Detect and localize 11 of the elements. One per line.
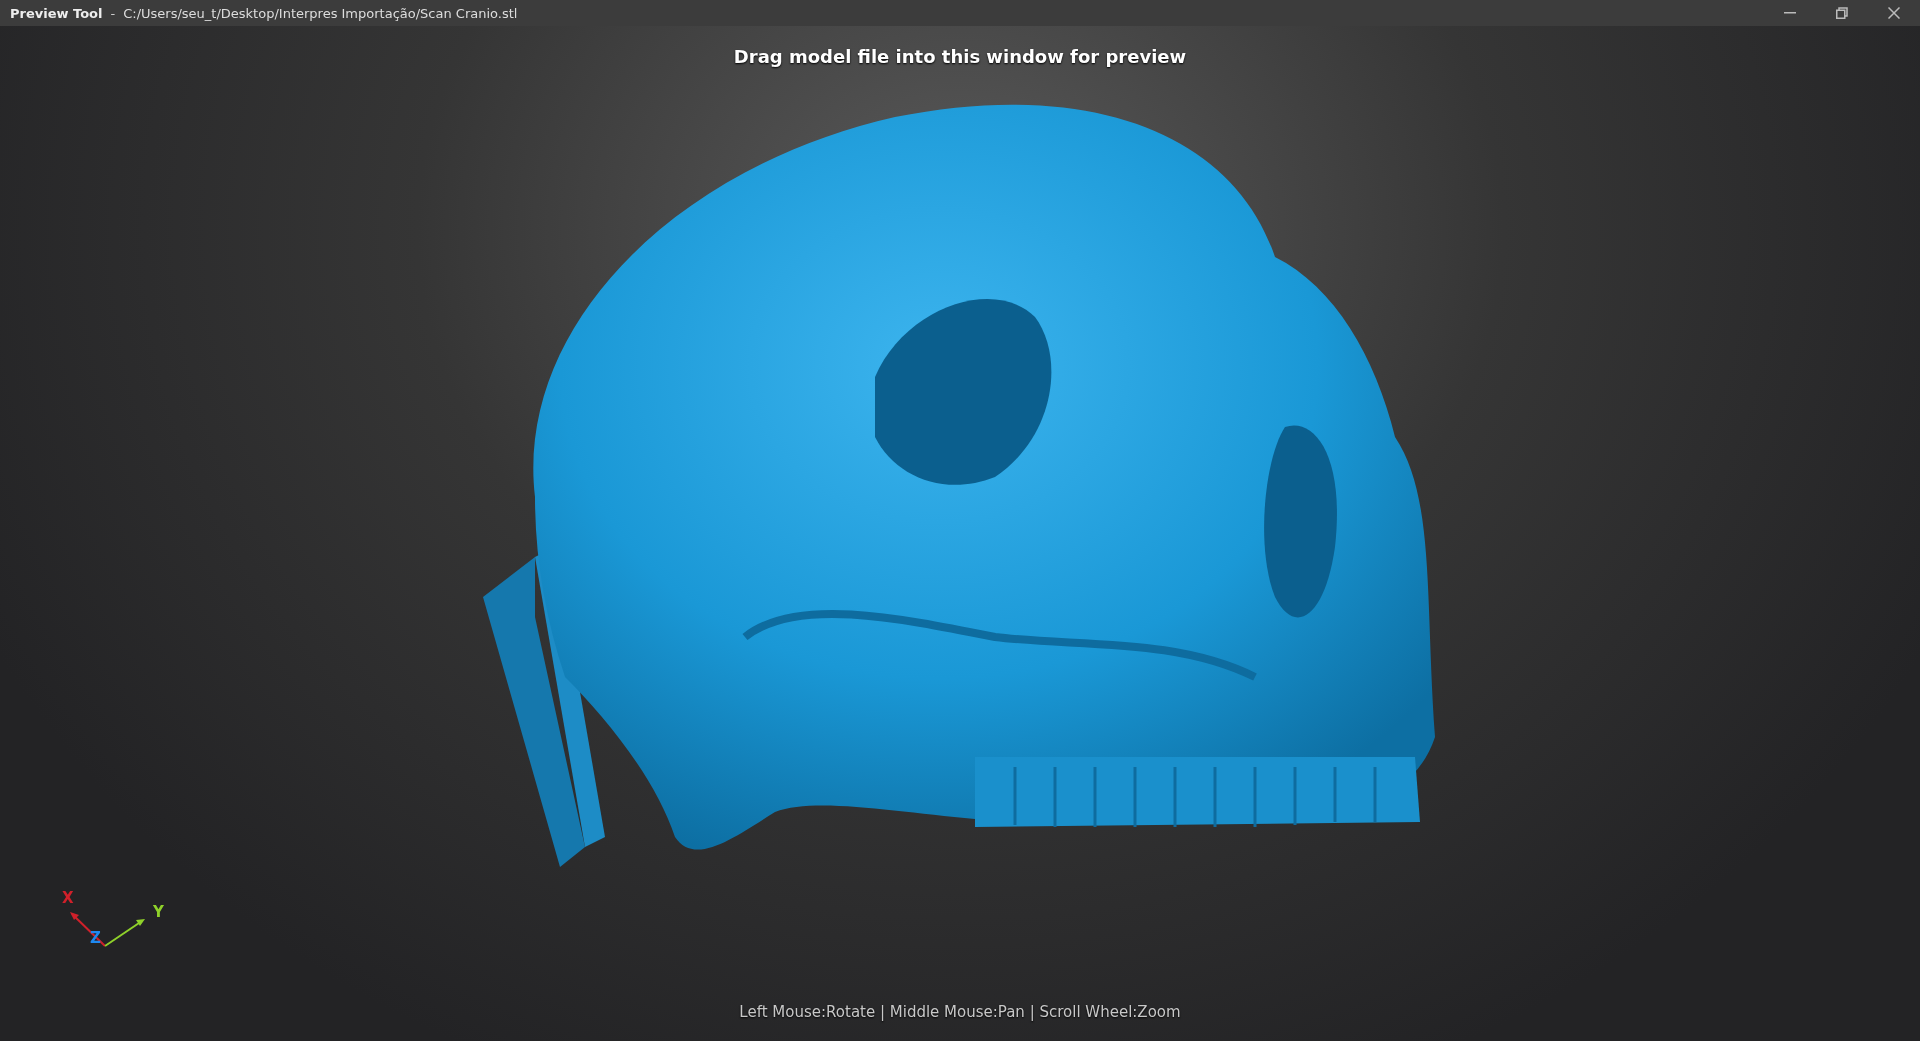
file-path: C:/Users/seu_t/Desktop/Interpres Importação/Scan Cranio.stl [123,5,518,21]
title-separator: - [110,5,116,21]
restore-icon [1836,7,1848,19]
axis-label: Y [153,903,164,921]
close-icon [1888,7,1900,19]
axis-y-arrow [104,919,145,947]
mouse-controls-hint: Left Mouse:Rotate | Middle Mouse:Pan | Scroll Wheel:Zoom [739,1003,1181,1021]
drag-hint: Drag model file into this window for preview [733,46,1187,67]
axis-x-arrow [70,912,106,947]
window-title: Preview Tool [10,5,103,21]
axis-label: X [62,889,74,907]
